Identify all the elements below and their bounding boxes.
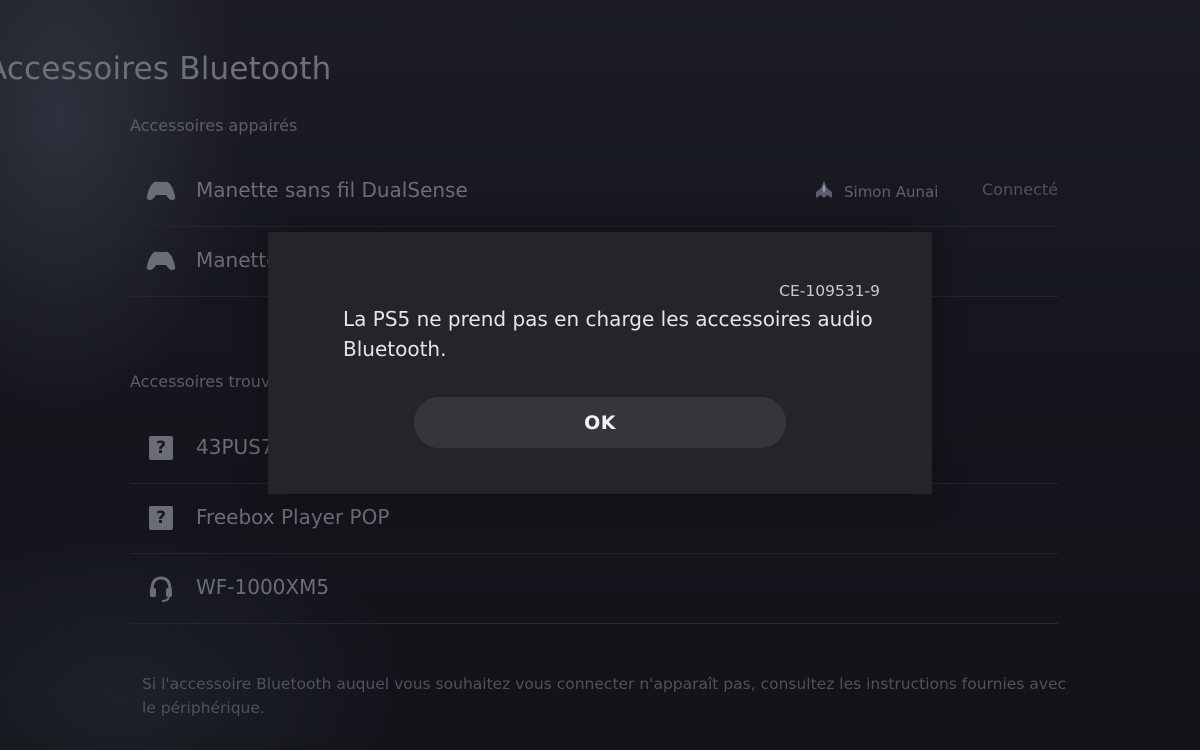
- accessory-name: Manette: [196, 248, 279, 272]
- gamepad-icon: [146, 178, 176, 204]
- ok-button[interactable]: OK: [414, 397, 786, 448]
- help-note: Si l'accessoire Bluetooth auquel vous so…: [142, 675, 1067, 717]
- page-title: Accessoires Bluetooth: [0, 50, 332, 87]
- connected-user: Simon Aunai: [814, 180, 938, 204]
- unknown-device-icon: ?: [146, 435, 176, 461]
- paired-accessory-row-dualsense[interactable]: Manette sans fil DualSense Simon Aunai C…: [130, 156, 1058, 227]
- headset-icon: [146, 575, 176, 602]
- accessory-name: 43PUS7: [196, 435, 274, 459]
- accessory-name: Freebox Player POP: [196, 505, 390, 529]
- accessory-name: Manette sans fil DualSense: [196, 178, 468, 202]
- error-dialog: CE-109531-9 La PS5 ne prend pas en charg…: [268, 232, 932, 494]
- found-accessory-row-wf1000xm5[interactable]: WF-1000XM5: [130, 553, 1058, 624]
- error-message: La PS5 ne prend pas en charge les access…: [343, 307, 873, 361]
- error-code: CE-109531-9: [779, 282, 880, 300]
- user-name: Simon Aunai: [844, 183, 939, 201]
- connection-status: Connecté: [982, 180, 1058, 199]
- accessory-name: WF-1000XM5: [196, 575, 330, 599]
- spaceship-avatar-icon: [814, 180, 834, 204]
- ps5-bluetooth-settings-screen: Accessoires Bluetooth Accessoires appair…: [0, 0, 1200, 750]
- found-accessories-heading: Accessoires trouvé: [130, 372, 281, 391]
- gamepad-icon: [146, 248, 176, 274]
- paired-accessories-heading: Accessoires appairés: [130, 116, 298, 135]
- unknown-device-icon: ?: [146, 505, 176, 531]
